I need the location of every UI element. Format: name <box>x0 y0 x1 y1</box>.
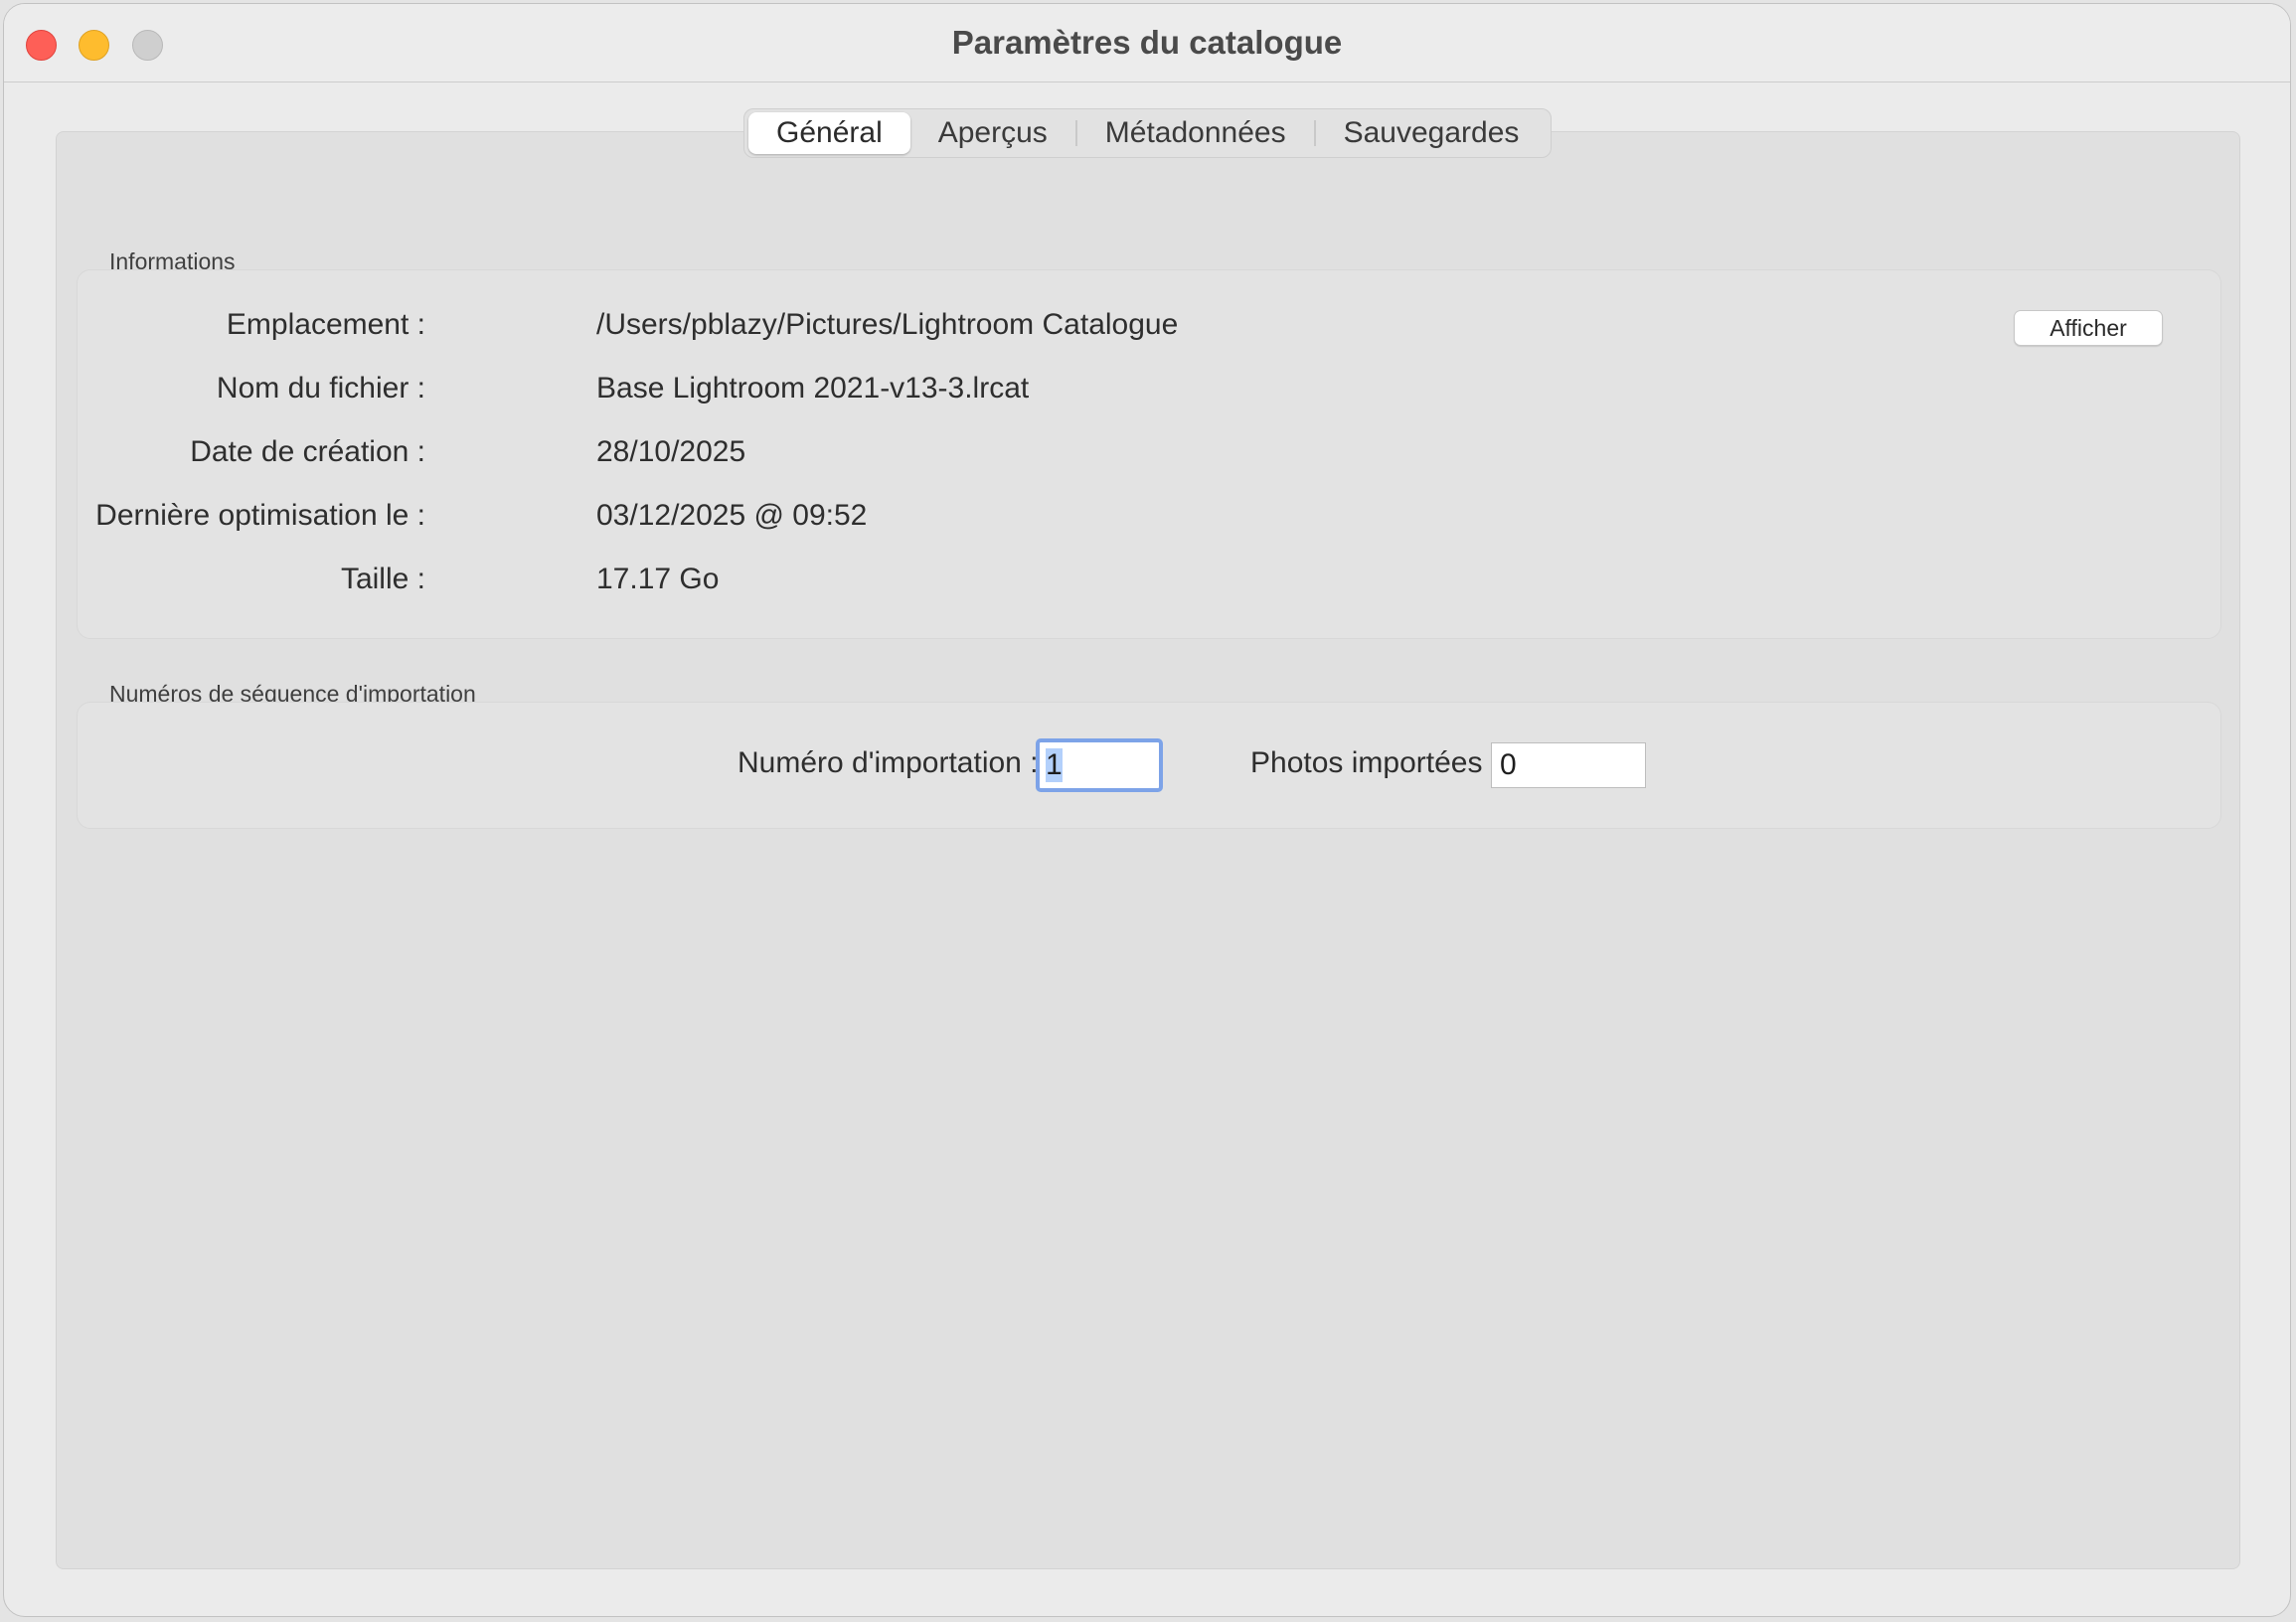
location-value: /Users/pblazy/Pictures/Lightroom Catalog… <box>596 308 1179 341</box>
info-row-location: Emplacement : /Users/pblazy/Pictures/Lig… <box>78 308 2222 348</box>
photos-imported-value: 0 <box>1500 748 1517 781</box>
catalog-settings-window: Paramètres du catalogue Informations Emp… <box>3 3 2291 1617</box>
tab-general[interactable]: Général <box>748 112 910 154</box>
size-label: Taille : <box>340 563 425 595</box>
info-row-filename: Nom du fichier : Base Lightroom 2021-v13… <box>78 372 2222 411</box>
filename-value: Base Lightroom 2021-v13-3.lrcat <box>596 372 1030 405</box>
tab-panel: Informations Emplacement : /Users/pblazy… <box>56 131 2240 1569</box>
photos-imported-label: Photos importées : <box>1250 746 1500 779</box>
title-bar: Paramètres du catalogue <box>4 4 2290 82</box>
photos-imported-input[interactable]: 0 <box>1491 742 1646 788</box>
window-title: Paramètres du catalogue <box>951 24 1343 61</box>
creation-date-label: Date de création : <box>190 435 425 468</box>
location-label: Emplacement : <box>226 308 425 341</box>
show-in-finder-button[interactable]: Afficher <box>2014 310 2163 346</box>
tab-previews[interactable]: Aperçus <box>910 112 1075 154</box>
import-number-value: 1 <box>1046 748 1063 782</box>
filename-label: Nom du fichier : <box>216 372 425 405</box>
last-optimization-value: 03/12/2025 @ 09:52 <box>596 499 868 532</box>
last-optimization-label: Dernière optimisation le : <box>95 499 425 532</box>
tab-metadata[interactable]: Métadonnées <box>1077 112 1314 154</box>
tab-backups[interactable]: Sauvegardes <box>1316 112 1548 154</box>
creation-date-value: 28/10/2025 <box>596 435 746 468</box>
info-row-creation-date: Date de création : 28/10/2025 <box>78 435 2222 475</box>
import-number-label: Numéro d'importation : <box>738 746 1039 779</box>
info-row-size: Taille : 17.17 Go <box>78 563 2222 602</box>
tab-bar: Général Aperçus Métadonnées Sauvegardes <box>743 108 1553 158</box>
import-sequence-group: Numéro d'importation : 1 Photos importée… <box>77 702 2221 829</box>
info-row-last-optimization: Dernière optimisation le : 03/12/2025 @ … <box>78 499 2222 539</box>
size-value: 17.17 Go <box>596 563 720 595</box>
import-number-input[interactable]: 1 <box>1036 738 1163 792</box>
informations-group: Emplacement : /Users/pblazy/Pictures/Lig… <box>77 269 2221 639</box>
